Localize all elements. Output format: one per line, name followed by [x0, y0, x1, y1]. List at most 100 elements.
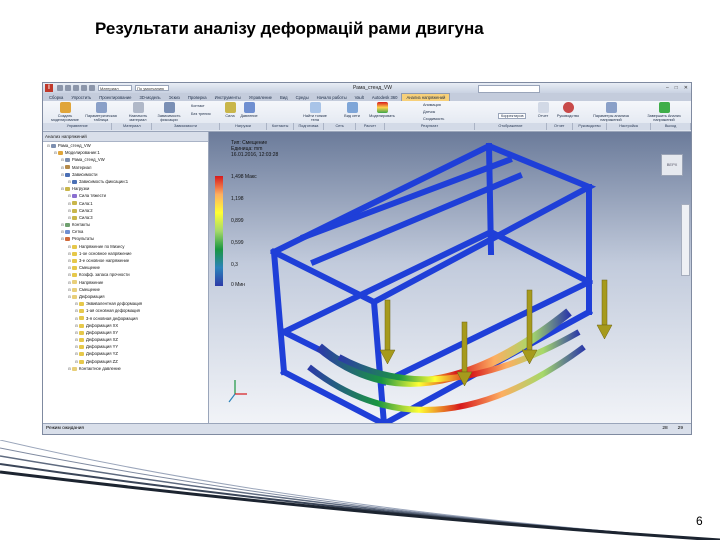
tab-3[interactable]: 3D-модель: [135, 94, 164, 101]
guide-icon: [562, 102, 574, 113]
force-button[interactable]: Сила: [223, 102, 237, 118]
tree-item[interactable]: ⊟ 3-е основное напряжение: [43, 257, 208, 264]
quick-access-toolbar: [57, 85, 95, 91]
maximize-icon[interactable]: □: [675, 85, 678, 91]
tree-item-label: Коэфф. запаса прочности: [79, 272, 130, 278]
tree-item[interactable]: ⊟ Сетка: [43, 228, 208, 235]
tree-item[interactable]: ⊟ Сила:3: [43, 214, 208, 221]
tree-item[interactable]: ⊟ Напряжение по Мизесу: [43, 243, 208, 250]
mesh-view-button[interactable]: Вид сети: [341, 102, 363, 118]
tree-item[interactable]: ⊟ Зависимости: [43, 171, 208, 178]
tree-item[interactable]: ⊟ Контакты: [43, 221, 208, 228]
tree-item[interactable]: ⊟ Результаты: [43, 235, 208, 242]
tree-item[interactable]: ⊟ Контактное давление: [43, 365, 208, 372]
tab-1[interactable]: Упростить: [67, 94, 95, 101]
redo-icon[interactable]: [89, 85, 95, 91]
graphics-viewport[interactable]: Тип: Смещение Единица: mm 16.01.2016, 12…: [209, 132, 691, 425]
parametric-table-button[interactable]: Параметрическая таблица: [83, 102, 119, 122]
fixed-constraint-button[interactable]: Зависимость фиксации: [155, 102, 183, 122]
probe-item[interactable]: Датчик: [423, 110, 435, 114]
tree-item[interactable]: ⊟ Деформация XY: [43, 329, 208, 336]
tab-4[interactable]: Эскиз: [165, 94, 184, 101]
create-simulation-button[interactable]: Создать моделирование: [49, 102, 81, 122]
tree-item[interactable]: ⊟ 1-ая основная деформация: [43, 307, 208, 314]
tree-item[interactable]: ⊟ Деформация ZZ: [43, 358, 208, 365]
tab-2[interactable]: Проектирование: [95, 94, 135, 101]
results-icon: [65, 237, 70, 242]
tree-item[interactable]: ⊟ Моделирование:1: [43, 149, 208, 156]
tab-5[interactable]: Проверка: [184, 94, 211, 101]
tree-item[interactable]: ⊟ Рама_стенд_VW: [43, 142, 208, 149]
app-logo[interactable]: I: [45, 84, 53, 92]
convergence-item[interactable]: Сходимость: [423, 117, 444, 121]
pressure-icon: [243, 102, 255, 113]
constraint-icon: [65, 172, 70, 177]
tree-item[interactable]: ⊟ 3-я основная деформация: [43, 315, 208, 322]
tree-item[interactable]: ⊟ Деформация YZ: [43, 350, 208, 357]
animation-item[interactable]: Анимация: [423, 103, 441, 107]
tree-item[interactable]: ⊟ 1-ое основное напряжение: [43, 250, 208, 257]
new-icon[interactable]: [57, 85, 63, 91]
finish-stress-analysis-button[interactable]: Завершить Анализ напряжений: [641, 102, 687, 122]
tree-item[interactable]: ⊟ Деформация YY: [43, 343, 208, 350]
open-icon[interactable]: [65, 85, 71, 91]
tree-item[interactable]: ⊟ Смещение: [43, 286, 208, 293]
tree-item[interactable]: ⊟ Зависимость фиксации:1: [43, 178, 208, 185]
button-label: Руководство: [556, 114, 580, 118]
axis-triad: [228, 380, 247, 403]
simulate-button[interactable]: Моделировать: [367, 102, 397, 118]
tree-item[interactable]: ⊟ Смещение: [43, 264, 208, 271]
panel-label: Подготовка: [293, 123, 325, 130]
tree-item-label: Зависимости: [72, 171, 98, 177]
save-icon[interactable]: [73, 85, 79, 91]
minimize-icon[interactable]: –: [666, 85, 669, 91]
find-thin-bodies-button[interactable]: Найти тонкие тела: [301, 102, 329, 122]
tab-12[interactable]: Autodesk 360: [368, 94, 402, 101]
help-search-input[interactable]: [478, 85, 540, 93]
close-icon[interactable]: ✕: [684, 85, 688, 91]
tab-9[interactable]: Среды: [292, 94, 313, 101]
stress-analysis-settings-button[interactable]: Параметры анализа напряжений: [589, 102, 633, 122]
tree-item[interactable]: ⊟ Коэфф. запаса прочности: [43, 271, 208, 278]
tree-item[interactable]: ⊟ Деформация XX: [43, 322, 208, 329]
tab-10[interactable]: Начало работы: [313, 94, 351, 101]
tree-item-label: Деформация XX: [86, 322, 119, 328]
tree-item[interactable]: ⊟ Рама_стенд_VW: [43, 156, 208, 163]
tree-item[interactable]: ⊟ Деформация: [43, 293, 208, 300]
panel-label: Управление: [43, 123, 113, 130]
tree-item[interactable]: ⊟ Сила тяжести: [43, 192, 208, 199]
material-dropdown[interactable]: Материал: [98, 85, 132, 91]
status-counters: 28 29: [662, 424, 683, 434]
adjust-dropdown[interactable]: Корректиров: [498, 113, 527, 119]
result-icon: [72, 251, 77, 256]
material-icon: [132, 102, 144, 113]
tab-0[interactable]: Сборка: [45, 94, 67, 101]
tree-item[interactable]: ⊟ Сила:1: [43, 200, 208, 207]
browser-header[interactable]: Анализ напряжений: [43, 132, 208, 142]
tree-item[interactable]: ⊟ Материал: [43, 164, 208, 171]
browser-tree: ⊟ Рама_стенд_VW ⊟ Моделирование:1 ⊟ Рама_стен…: [43, 142, 208, 372]
tree-item[interactable]: ⊟ Нагрузки: [43, 185, 208, 192]
settings-icon: [605, 102, 617, 113]
tab-7[interactable]: Управление: [245, 94, 276, 101]
tab-6[interactable]: Инструменты: [211, 94, 245, 101]
tree-item[interactable]: ⊟ Эквивалентная деформация: [43, 300, 208, 307]
tree-item-label: Смещение: [79, 286, 100, 292]
status-count-2: 29: [677, 426, 683, 431]
tab-13[interactable]: Анализ напряжений: [401, 93, 451, 101]
tab-8[interactable]: Вид: [276, 94, 292, 101]
gravity-icon: [72, 194, 77, 199]
report-button[interactable]: Отчет: [535, 102, 551, 118]
undo-icon[interactable]: [81, 85, 87, 91]
contact-item[interactable]: Контакт: [191, 104, 205, 108]
appearance-dropdown[interactable]: По умолчанию: [135, 85, 169, 91]
tree-item[interactable]: ⊟ Сила:2: [43, 207, 208, 214]
pressure-button[interactable]: Давление: [239, 102, 259, 118]
tree-item[interactable]: ⊟ Напряжение: [43, 279, 208, 286]
tab-11[interactable]: Vault: [351, 94, 368, 101]
frictionless-item[interactable]: Без трения: [191, 112, 211, 116]
guide-button[interactable]: Руководство: [555, 102, 581, 118]
assign-material-button[interactable]: Назначить материал: [125, 102, 151, 122]
tree-item[interactable]: ⊟ Деформация XZ: [43, 336, 208, 343]
result-icon: [72, 244, 77, 249]
